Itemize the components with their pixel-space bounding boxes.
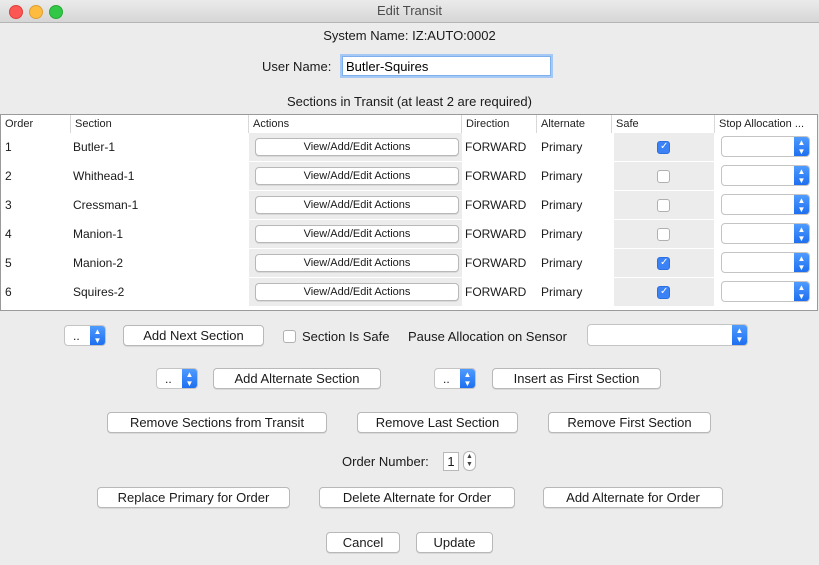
cell-order: 3 [5, 198, 12, 212]
cell-direction: FORWARD [465, 227, 527, 241]
chevron-updown-icon: ▲ ▼ [182, 369, 197, 388]
first-section-combo[interactable]: .. ▲ ▼ [434, 368, 476, 389]
add-next-section-button[interactable]: Add Next Section [123, 325, 264, 346]
safe-checkbox[interactable] [657, 141, 670, 154]
stop-allocation-combo[interactable]: ▲ ▼ [721, 194, 810, 215]
table-row[interactable]: 6 Squires-2 View/Add/Edit Actions FORWAR… [1, 278, 817, 307]
cell-order: 5 [5, 256, 12, 270]
cell-section: Manion-2 [73, 256, 124, 270]
sections-heading: Sections in Transit (at least 2 are requ… [287, 94, 532, 109]
view-add-edit-actions-button[interactable]: View/Add/Edit Actions [255, 254, 459, 272]
cell-alternate: Primary [541, 285, 583, 299]
safe-checkbox[interactable] [657, 170, 670, 183]
cell-alternate: Primary [541, 198, 583, 212]
chevron-updown-icon: ▲ ▼ [794, 195, 809, 214]
cell-section: Manion-1 [73, 227, 124, 241]
update-button[interactable]: Update [416, 532, 493, 553]
column-header-stop-allocation[interactable]: Stop Allocation ... [715, 115, 817, 133]
table-row[interactable]: 3 Cressman-1 View/Add/Edit Actions FORWA… [1, 191, 817, 220]
chevron-updown-icon: ▲ ▼ [732, 325, 747, 345]
section-is-safe-checkbox[interactable] [283, 330, 296, 343]
section-is-safe-label: Section Is Safe [302, 329, 390, 344]
window-title: Edit Transit [376, 3, 443, 18]
cell-alternate: Primary [541, 169, 583, 183]
column-header-order[interactable]: Order [1, 115, 71, 133]
cell-section: Squires-2 [73, 285, 125, 299]
table-row[interactable]: 5 Manion-2 View/Add/Edit Actions FORWARD… [1, 249, 817, 278]
stop-allocation-combo[interactable]: ▲ ▼ [721, 136, 810, 157]
cell-order: 6 [5, 285, 12, 299]
cell-alternate: Primary [541, 256, 583, 270]
order-number-label: Order Number: [342, 454, 429, 469]
stop-allocation-combo[interactable]: ▲ ▼ [721, 223, 810, 244]
chevron-updown-icon: ▲ ▼ [460, 369, 475, 388]
safe-checkbox[interactable] [657, 257, 670, 270]
pause-allocation-label: Pause Allocation on Sensor [408, 329, 567, 344]
add-alternate-section-button[interactable]: Add Alternate Section [213, 368, 381, 389]
view-add-edit-actions-button[interactable]: View/Add/Edit Actions [255, 167, 459, 185]
safe-checkbox[interactable] [657, 228, 670, 241]
cell-direction: FORWARD [465, 285, 527, 299]
cell-section: Butler-1 [73, 140, 116, 154]
user-name-input[interactable] [342, 56, 551, 76]
add-alternate-for-order-button[interactable]: Add Alternate for Order [543, 487, 723, 508]
cell-order: 1 [5, 140, 12, 154]
remove-first-section-button[interactable]: Remove First Section [548, 412, 711, 433]
column-header-actions[interactable]: Actions [249, 115, 462, 133]
pause-allocation-sensor-combo[interactable]: ▲ ▼ [587, 324, 748, 346]
table-row[interactable]: 4 Manion-1 View/Add/Edit Actions FORWARD… [1, 220, 817, 249]
view-add-edit-actions-button[interactable]: View/Add/Edit Actions [255, 283, 459, 301]
column-header-direction[interactable]: Direction [462, 115, 537, 133]
alternate-section-combo[interactable]: .. ▲ ▼ [156, 368, 198, 389]
safe-checkbox[interactable] [657, 286, 670, 299]
order-number-spinner[interactable]: ▲ ▼ [463, 451, 476, 471]
remove-sections-button[interactable]: Remove Sections from Transit [107, 412, 327, 433]
chevron-updown-icon: ▲ ▼ [794, 253, 809, 272]
view-add-edit-actions-button[interactable]: View/Add/Edit Actions [255, 196, 459, 214]
cell-direction: FORWARD [465, 169, 527, 183]
view-add-edit-actions-button[interactable]: View/Add/Edit Actions [255, 138, 459, 156]
system-name-label: System Name: [323, 28, 409, 43]
chevron-updown-icon: ▲ ▼ [794, 282, 809, 301]
cancel-button[interactable]: Cancel [326, 532, 400, 553]
chevron-updown-icon: ▲ ▼ [794, 137, 809, 156]
table-row[interactable]: 2 Whithead-1 View/Add/Edit Actions FORWA… [1, 162, 817, 191]
cell-direction: FORWARD [465, 140, 527, 154]
cell-section: Whithead-1 [73, 169, 135, 183]
remove-last-section-button[interactable]: Remove Last Section [357, 412, 518, 433]
order-number-field[interactable]: 1 [443, 452, 459, 471]
cell-alternate: Primary [541, 140, 583, 154]
cell-section: Cressman-1 [73, 198, 139, 212]
delete-alternate-button[interactable]: Delete Alternate for Order [319, 487, 515, 508]
cell-alternate: Primary [541, 227, 583, 241]
replace-primary-button[interactable]: Replace Primary for Order [97, 487, 290, 508]
chevron-updown-icon: ▲ ▼ [90, 326, 105, 345]
safe-checkbox[interactable] [657, 199, 670, 212]
user-name-label: User Name: [262, 59, 332, 74]
table-row[interactable]: 1 Butler-1 View/Add/Edit Actions FORWARD… [1, 133, 817, 162]
column-header-safe[interactable]: Safe [612, 115, 715, 133]
stop-allocation-combo[interactable]: ▲ ▼ [721, 165, 810, 186]
stop-allocation-combo[interactable]: ▲ ▼ [721, 252, 810, 273]
stop-allocation-combo[interactable]: ▲ ▼ [721, 281, 810, 302]
sections-table: Order Section Actions Direction Alternat… [0, 114, 818, 311]
insert-first-section-button[interactable]: Insert as First Section [492, 368, 661, 389]
chevron-updown-icon: ▲ ▼ [794, 224, 809, 243]
chevron-updown-icon: ▲ ▼ [794, 166, 809, 185]
cell-direction: FORWARD [465, 256, 527, 270]
system-name-value: IZ:AUTO:0002 [412, 28, 496, 43]
system-name-row: System Name: IZ:AUTO:0002 [0, 27, 819, 45]
column-header-section[interactable]: Section [71, 115, 249, 133]
cell-order: 4 [5, 227, 12, 241]
cell-order: 2 [5, 169, 12, 183]
column-header-alternate[interactable]: Alternate [537, 115, 612, 133]
next-section-combo[interactable]: .. ▲ ▼ [64, 325, 106, 346]
view-add-edit-actions-button[interactable]: View/Add/Edit Actions [255, 225, 459, 243]
cell-direction: FORWARD [465, 198, 527, 212]
